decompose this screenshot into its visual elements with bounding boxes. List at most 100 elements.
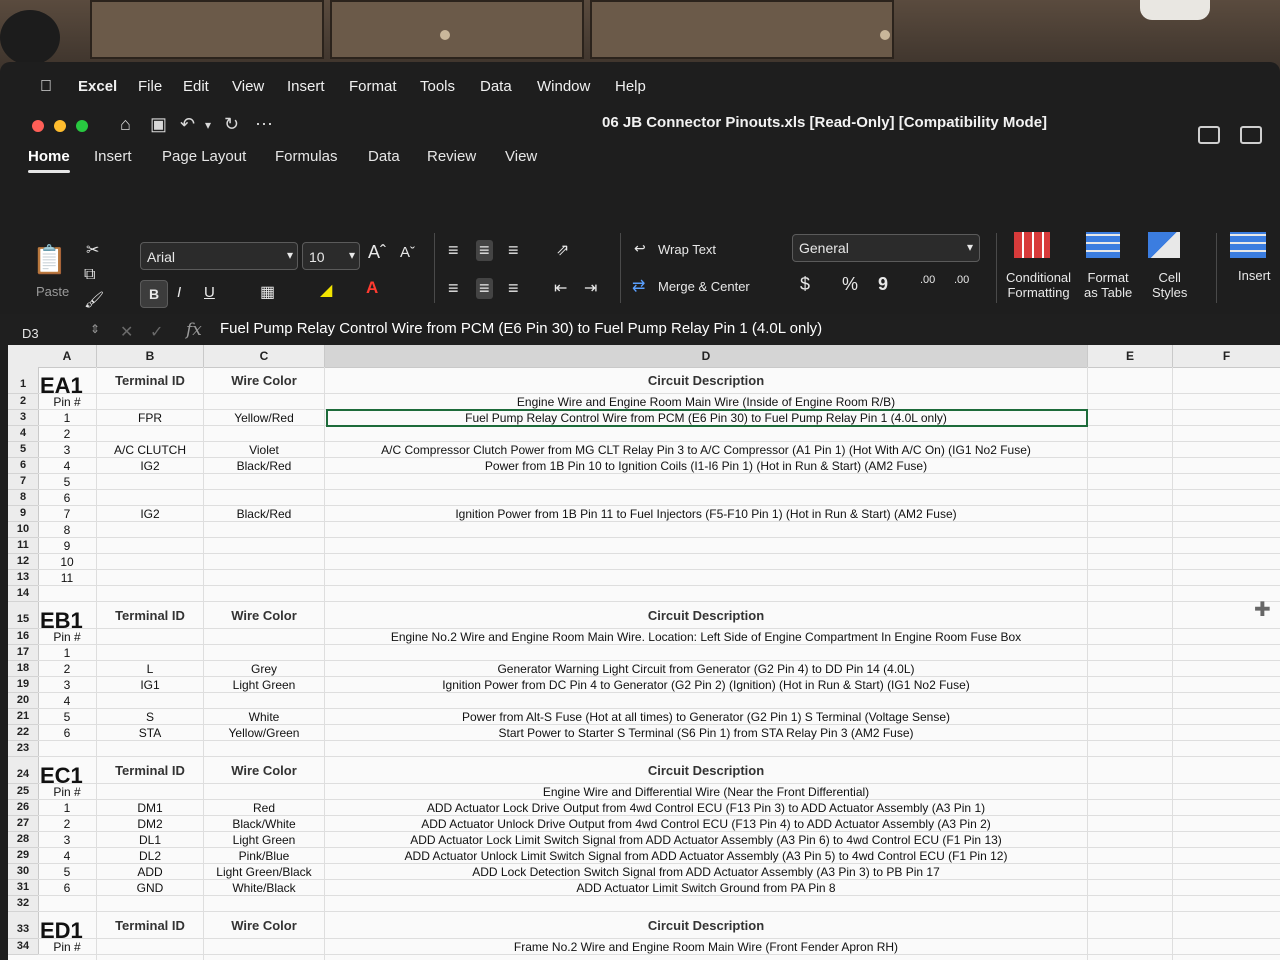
format-as-table-button[interactable]: Format as Table	[1084, 270, 1132, 300]
terminal-id-cell[interactable]: IG2	[97, 507, 203, 521]
name-box[interactable]: D3	[22, 326, 39, 341]
row-header[interactable]: 12	[8, 554, 39, 570]
pin-cell[interactable]: 5	[38, 865, 96, 879]
terminal-id-cell[interactable]: IG1	[97, 678, 203, 692]
enter-icon[interactable]: ✓	[150, 322, 163, 342]
terminal-id-cell[interactable]: A/C CLUTCH	[97, 443, 203, 457]
formula-input[interactable]: Fuel Pump Relay Control Wire from PCM (E…	[220, 320, 822, 337]
paste-label[interactable]: Paste	[36, 284, 69, 299]
row-header[interactable]: 5	[8, 442, 39, 458]
menu-file[interactable]: File	[138, 78, 162, 95]
terminal-id-cell[interactable]: S	[97, 710, 203, 724]
row-header[interactable]: 26	[8, 800, 39, 816]
select-all-corner[interactable]	[8, 345, 39, 368]
cancel-icon[interactable]: ✕	[120, 322, 133, 342]
circuit-description-header[interactable]: Circuit Description	[325, 608, 1087, 623]
name-box-stepper-icon[interactable]: ⇕	[90, 322, 100, 336]
copy-icon[interactable]: ⧉	[84, 266, 95, 284]
increase-font-icon[interactable]: Aˆ	[368, 242, 386, 263]
increase-decimal-button[interactable]: .00	[920, 274, 935, 286]
row-header[interactable]: 25	[8, 784, 39, 800]
terminal-id-header[interactable]: Terminal ID	[97, 918, 203, 933]
format-painter-icon[interactable]: 🖌	[84, 290, 104, 310]
pin-cell[interactable]: 1	[38, 646, 96, 660]
wire-color-cell[interactable]: Light Green/Black	[204, 865, 324, 879]
terminal-id-cell[interactable]: DL1	[97, 833, 203, 847]
wire-color-header[interactable]: Wire Color	[204, 918, 324, 933]
pin-cell[interactable]: 2	[38, 427, 96, 441]
row-header[interactable]: 2	[8, 394, 39, 410]
pin-cell[interactable]: 4	[38, 459, 96, 473]
terminal-id-cell[interactable]: ADD	[97, 865, 203, 879]
percent-button[interactable]: %	[842, 274, 858, 295]
row-header[interactable]: 8	[8, 490, 39, 506]
pin-cell[interactable]: 4	[38, 849, 96, 863]
merge-center-button[interactable]: Merge & Center	[658, 279, 750, 294]
pin-cell[interactable]: Pin #	[38, 940, 96, 954]
pin-cell[interactable]: 6	[38, 491, 96, 505]
pin-cell[interactable]: 6	[38, 881, 96, 895]
column-header-f[interactable]: F	[1173, 345, 1280, 368]
row-header[interactable]: 18	[8, 661, 39, 677]
pin-cell[interactable]: 3	[38, 443, 96, 457]
row-header[interactable]: 17	[8, 645, 39, 661]
pin-cell[interactable]: 2	[38, 662, 96, 676]
terminal-id-cell[interactable]: L	[97, 662, 203, 676]
terminal-id-cell[interactable]: IG2	[97, 459, 203, 473]
pin-cell[interactable]: 1	[38, 801, 96, 815]
wire-color-cell[interactable]: Light Green	[204, 833, 324, 847]
menu-window[interactable]: Window	[537, 78, 590, 95]
underline-button[interactable]: U	[204, 284, 215, 301]
circuit-description-cell[interactable]: ADD Lock Detection Switch Signal from AD…	[325, 865, 1087, 879]
wire-color-header[interactable]: Wire Color	[204, 373, 324, 388]
row-header[interactable]: 16	[8, 629, 39, 645]
pin-cell[interactable]: 3	[38, 678, 96, 692]
number-format-select[interactable]: General ▾	[792, 234, 980, 262]
row-header[interactable]: 7	[8, 474, 39, 490]
wire-color-cell[interactable]: Light Green	[204, 678, 324, 692]
row-header[interactable]: 4	[8, 426, 39, 442]
menu-insert[interactable]: Insert	[287, 78, 325, 95]
pin-cell[interactable]: 11	[38, 571, 96, 585]
row-header[interactable]: 23	[8, 741, 39, 757]
pin-cell[interactable]: 7	[38, 507, 96, 521]
align-left-icon[interactable]: ≡	[448, 278, 459, 299]
tab-formulas[interactable]: Formulas	[275, 148, 338, 165]
format-as-table-icon[interactable]	[1086, 232, 1120, 258]
menu-edit[interactable]: Edit	[183, 78, 209, 95]
function-icon[interactable]: fx	[186, 320, 202, 340]
terminal-id-cell[interactable]: DM1	[97, 801, 203, 815]
menu-view[interactable]: View	[232, 78, 264, 95]
menu-data[interactable]: Data	[480, 78, 512, 95]
row-header[interactable]: 31	[8, 880, 39, 896]
decrease-indent-icon[interactable]: ⇤	[554, 278, 567, 298]
pin-cell[interactable]: 3	[38, 833, 96, 847]
row-header[interactable]: 28	[8, 832, 39, 848]
align-right-icon[interactable]: ≡	[508, 278, 519, 299]
redo-icon[interactable]: ↻	[224, 114, 239, 135]
terminal-id-cell[interactable]: DL2	[97, 849, 203, 863]
wire-color-cell[interactable]: Black/White	[204, 817, 324, 831]
wire-color-header[interactable]: Wire Color	[204, 608, 324, 623]
align-center-icon[interactable]: ≡	[476, 278, 493, 299]
pin-cell[interactable]: 10	[38, 555, 96, 569]
column-header-e[interactable]: E	[1088, 345, 1173, 368]
tab-view[interactable]: View	[505, 148, 537, 165]
menu-help[interactable]: Help	[615, 78, 646, 95]
terminal-id-header[interactable]: Terminal ID	[97, 373, 203, 388]
wire-color-cell[interactable]: Yellow/Red	[204, 411, 324, 425]
circuit-description-cell[interactable]: ADD Actuator Unlock Drive Output from 4w…	[325, 817, 1087, 831]
terminal-id-cell[interactable]: FPR	[97, 411, 203, 425]
italic-button[interactable]: I	[177, 284, 181, 301]
wire-color-cell[interactable]: Black/Red	[204, 459, 324, 473]
terminal-id-header[interactable]: Terminal ID	[97, 763, 203, 778]
row-header[interactable]: 24	[8, 757, 39, 784]
row-header[interactable]: 15	[8, 602, 39, 629]
pin-cell[interactable]: 5	[38, 710, 96, 724]
minimize-window-button[interactable]	[54, 120, 66, 132]
tab-data[interactable]: Data	[368, 148, 400, 165]
undo-dropdown-icon[interactable]: ▾	[205, 118, 211, 132]
circuit-description-cell[interactable]: Engine Wire and Engine Room Main Wire (I…	[325, 395, 1087, 409]
align-top-icon[interactable]: ≡	[448, 240, 459, 261]
wire-color-cell[interactable]: White/Black	[204, 881, 324, 895]
